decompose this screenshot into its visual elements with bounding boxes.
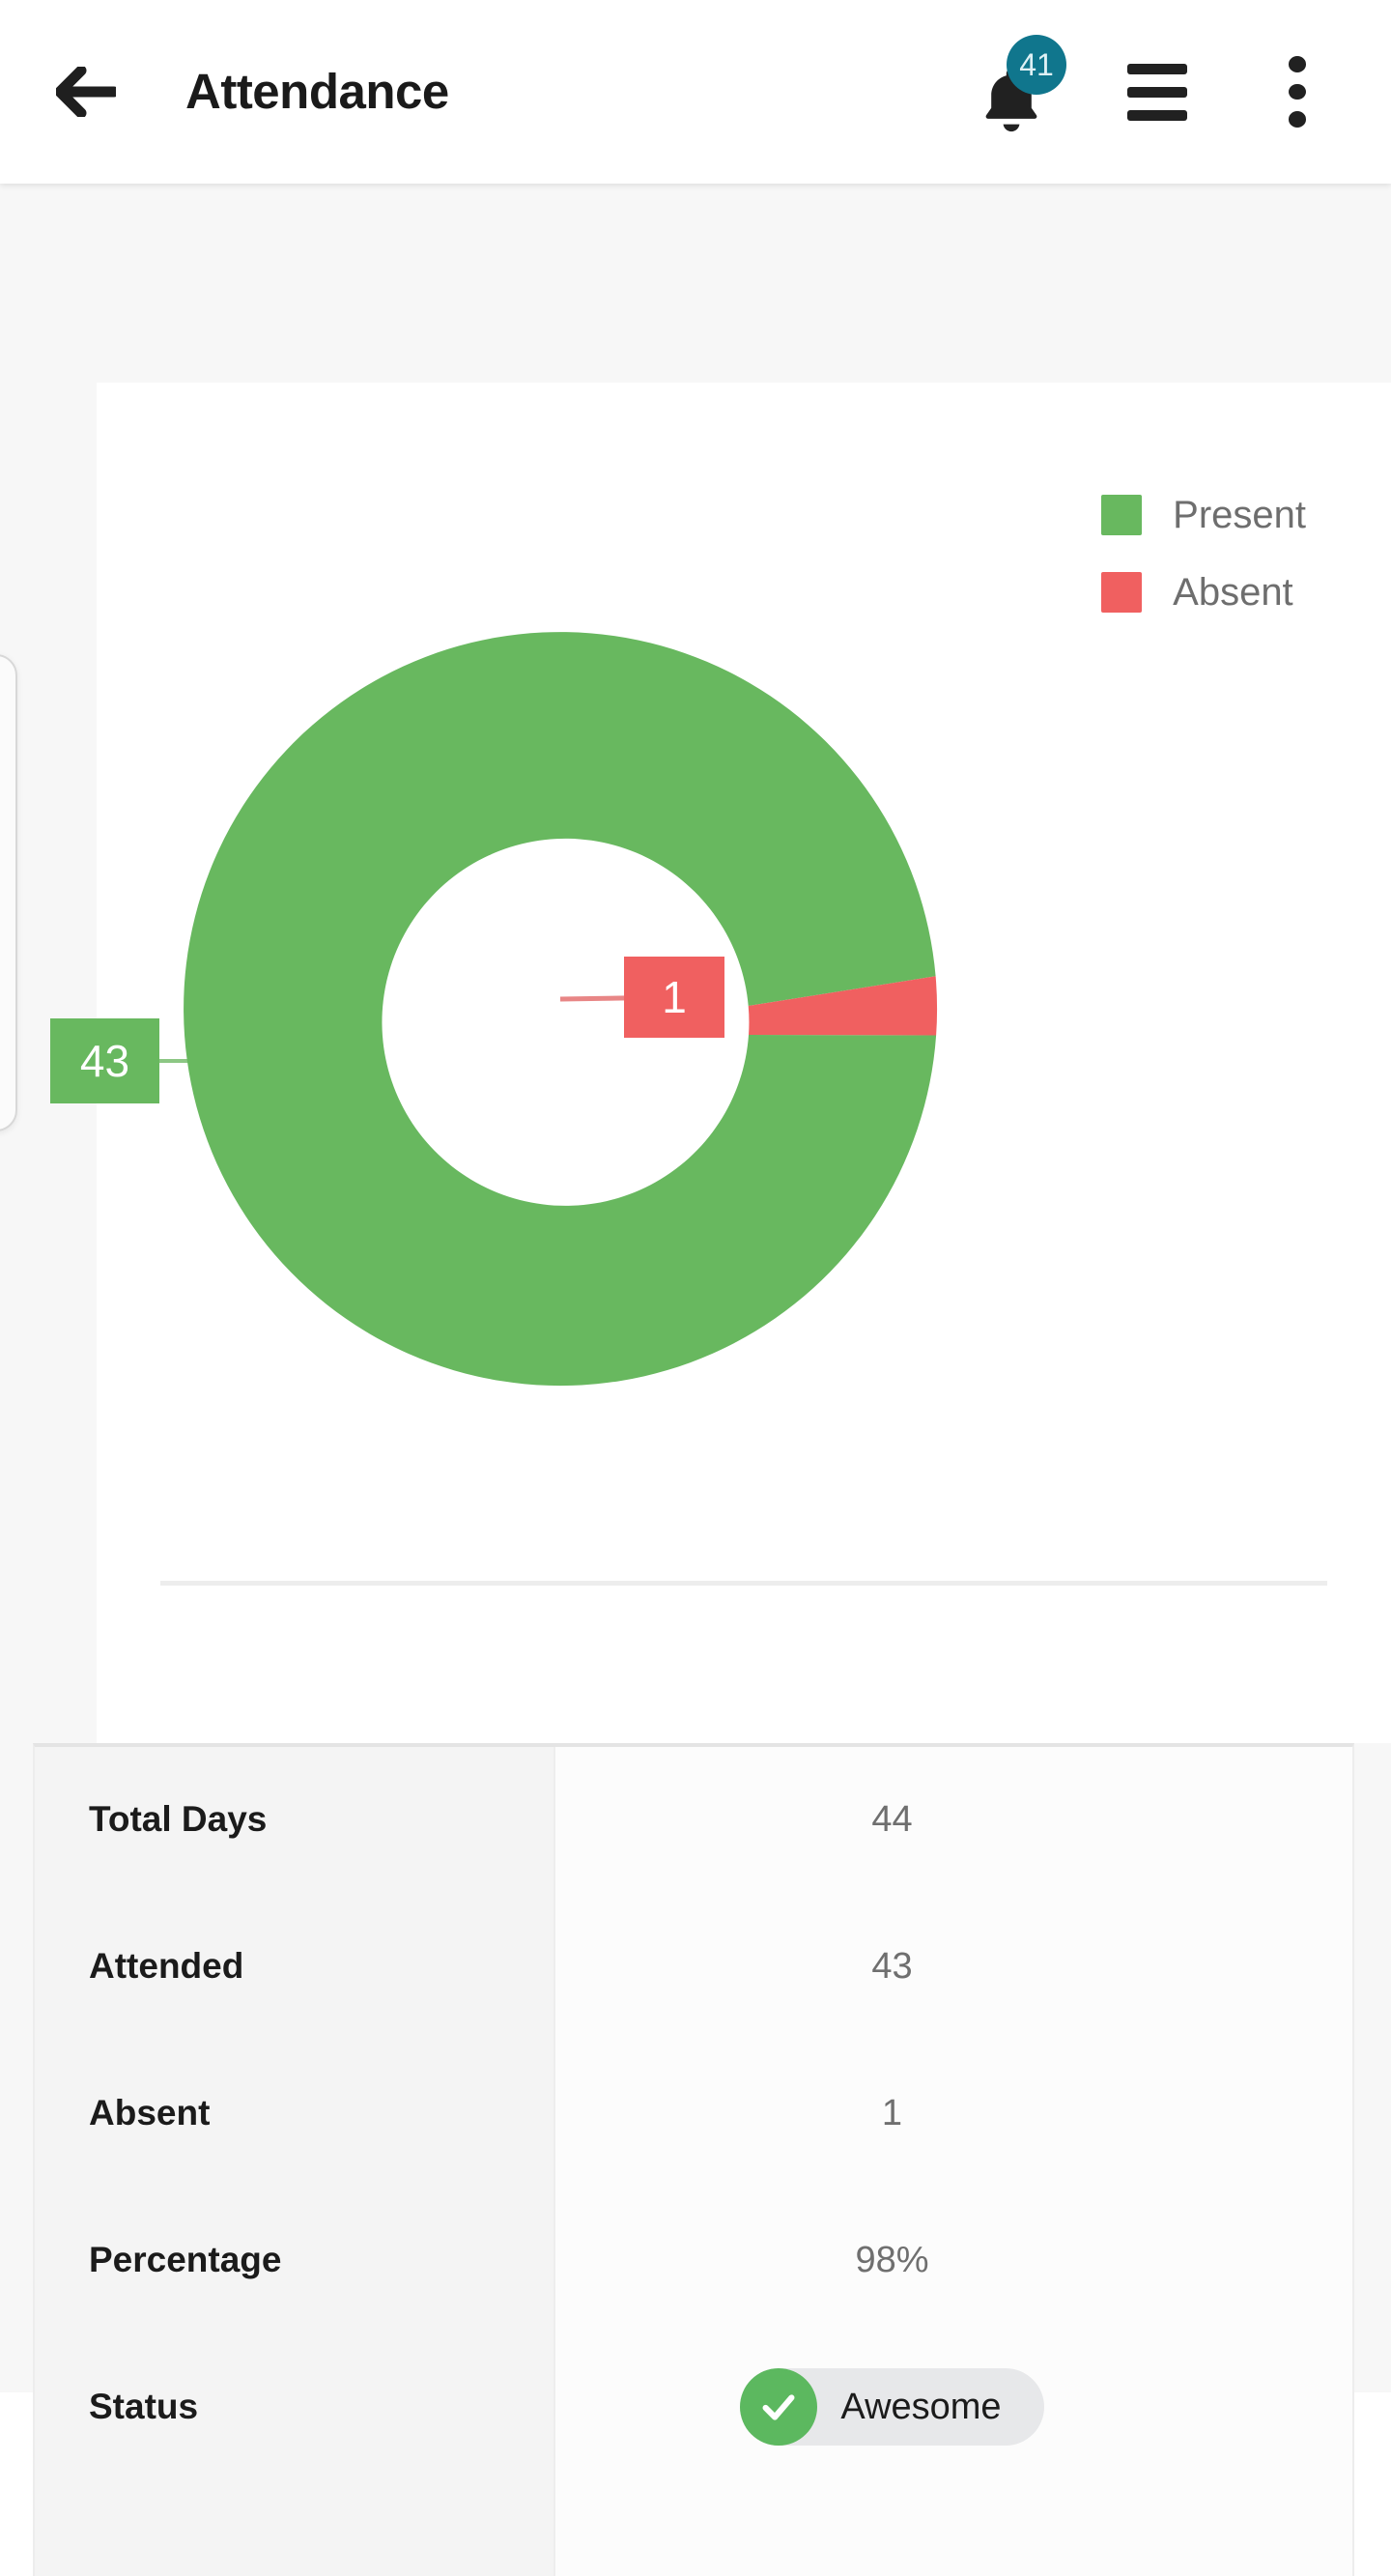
check-glyph xyxy=(762,2394,795,2420)
hamburger-menu-icon xyxy=(1127,63,1187,74)
legend-label-present: Present xyxy=(1173,494,1306,536)
notifications-button[interactable]: 41 xyxy=(966,35,1066,135)
stat-value-total-days: 44 xyxy=(871,1798,913,1840)
donut-slice-present xyxy=(184,632,937,1387)
table-row: Attended 43 xyxy=(35,1917,1352,2016)
table-row: Status Awesome xyxy=(35,2358,1352,2456)
stat-value-attended: 43 xyxy=(871,1945,913,1987)
page-title: Attendance xyxy=(185,64,449,119)
hamburger-menu-icon xyxy=(1127,86,1187,98)
stat-label-total-days: Total Days xyxy=(89,1799,268,1839)
table-row: Absent 1 xyxy=(35,2064,1352,2162)
donut-slice-absent xyxy=(748,976,938,1036)
stat-label-status: Status xyxy=(89,2387,199,2426)
more-vertical-icon xyxy=(1289,56,1306,72)
stat-label-absent: Absent xyxy=(89,2093,211,2132)
data-label-absent: 1 xyxy=(624,957,724,1038)
more-vertical-icon xyxy=(1289,111,1306,129)
data-label-present: 43 xyxy=(50,1018,159,1103)
arrow-left-icon xyxy=(56,67,116,117)
stat-value-absent: 1 xyxy=(881,2092,903,2133)
stat-value-status: Awesome xyxy=(555,2368,1352,2446)
legend-item-absent[interactable]: Absent xyxy=(1101,560,1306,624)
page-body: Present Absent 43 1 Total Days 44 Attend… xyxy=(0,184,1391,2576)
hamburger-menu-icon xyxy=(1127,109,1187,121)
legend-item-present[interactable]: Present xyxy=(1101,483,1306,547)
legend-swatch-absent xyxy=(1101,572,1143,613)
stats-rows: Total Days 44 Attended 43 Absent 1 Perce… xyxy=(35,1747,1352,2576)
attendance-chart-card: Present Absent 43 1 xyxy=(50,383,1391,1743)
chart-bottom-divider xyxy=(160,1581,1327,1586)
legend-label-absent: Absent xyxy=(1173,571,1293,614)
attendance-stats-table: Total Days 44 Attended 43 Absent 1 Perce… xyxy=(33,1743,1354,2576)
legend-swatch-present xyxy=(1101,495,1143,535)
back-button[interactable] xyxy=(50,56,122,128)
hamburger-menu-button[interactable] xyxy=(1116,56,1199,128)
status-badge[interactable]: Awesome xyxy=(740,2368,1044,2446)
chart-legend: Present Absent xyxy=(1101,483,1306,638)
notification-badge: 41 xyxy=(1007,35,1066,95)
table-row: Total Days 44 xyxy=(35,1770,1352,1869)
app-bar: Attendance 41 xyxy=(0,0,1391,184)
table-row: Percentage 98% xyxy=(35,2211,1352,2309)
stat-label-attended: Attended xyxy=(89,1946,244,1986)
check-icon xyxy=(740,2368,818,2446)
stat-value-percentage: 98% xyxy=(855,2239,929,2280)
more-vertical-icon xyxy=(1289,83,1306,100)
stat-label-percentage: Percentage xyxy=(89,2240,282,2279)
overflow-menu-button[interactable] xyxy=(1265,56,1329,129)
adjacent-card-peek[interactable] xyxy=(0,654,17,1131)
